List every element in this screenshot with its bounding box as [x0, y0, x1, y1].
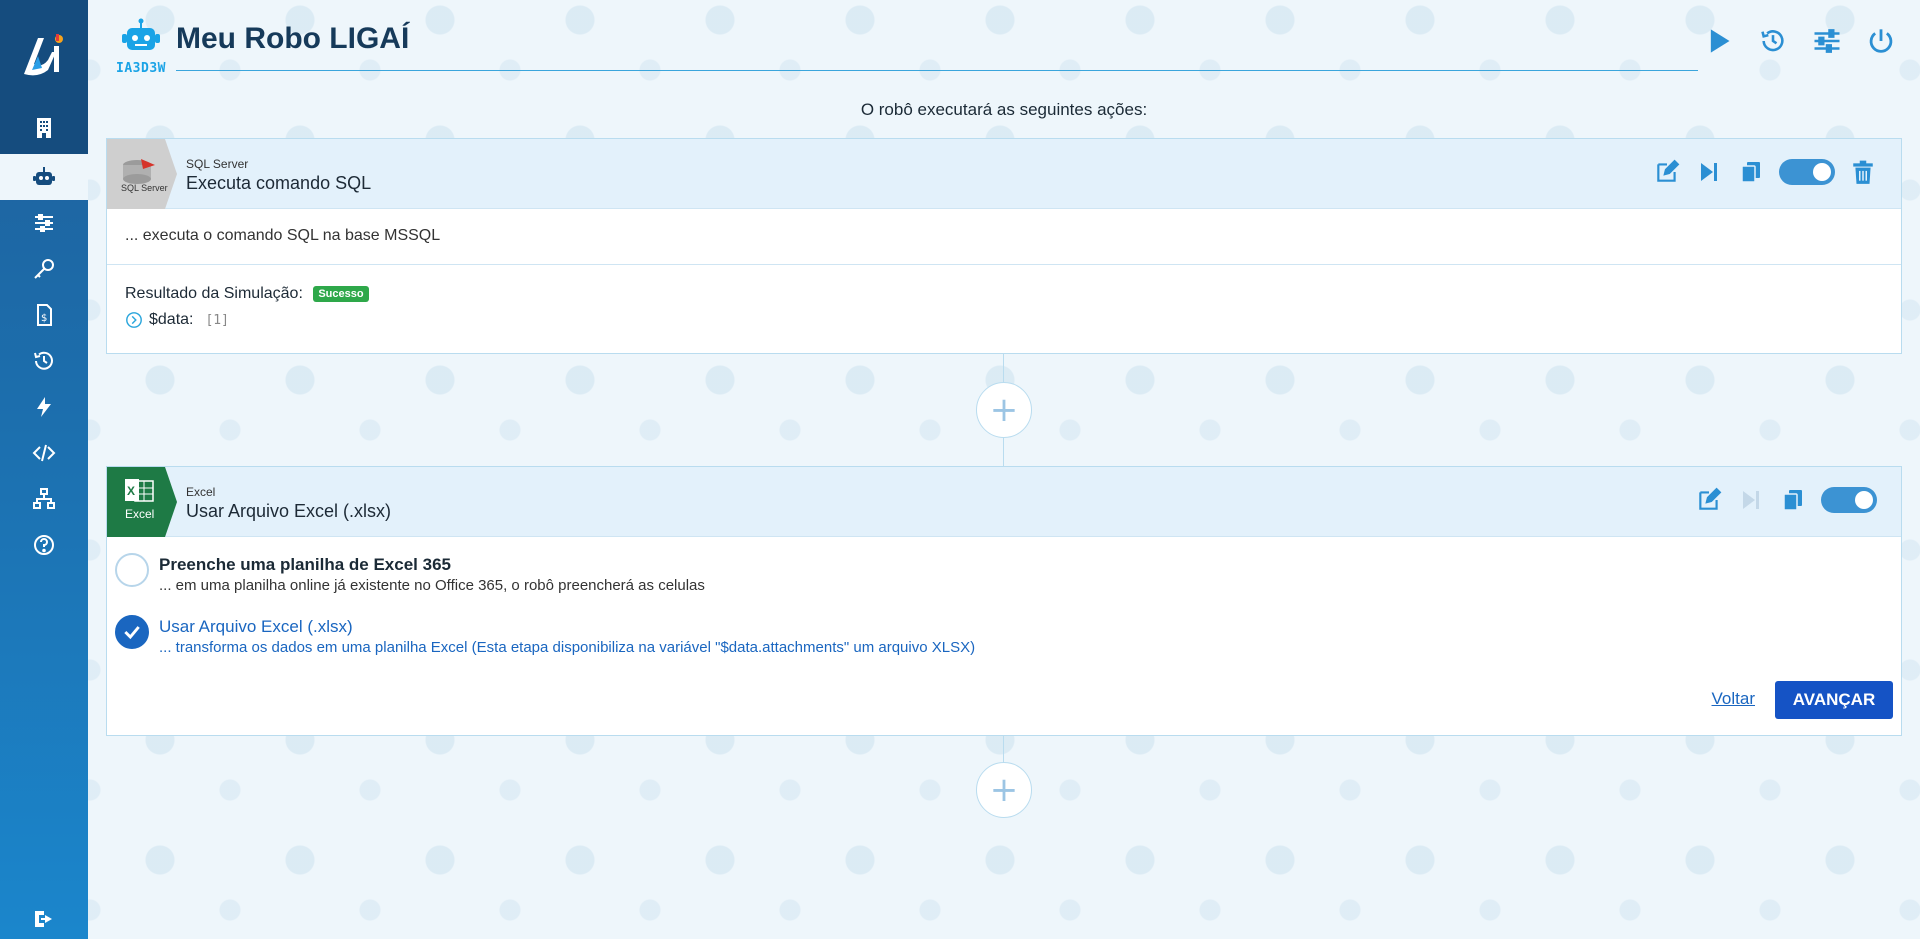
option-excel-365[interactable]: Preenche uma planilha de Excel 365 ... e… [115, 553, 705, 594]
step-title: Usar Arquivo Excel (.xlsx) [186, 501, 392, 521]
copy-button[interactable] [1779, 485, 1807, 515]
step-category: SQL Server [186, 157, 249, 171]
robot-badge: IA3D3W [106, 18, 176, 76]
check-icon [124, 626, 140, 640]
data-value: [1] [205, 312, 229, 328]
page-title: Meu Robo LIGAÍ [176, 22, 410, 55]
sidebar-item-history[interactable] [0, 338, 88, 384]
help-icon [34, 535, 54, 555]
step-forward-icon [1743, 491, 1759, 509]
logout-icon [35, 911, 52, 927]
back-link[interactable]: Voltar [1712, 689, 1755, 709]
status-badge: Sucesso [313, 285, 369, 302]
sidebar-item-network[interactable] [0, 476, 88, 522]
edit-icon [1699, 487, 1722, 510]
key-icon [34, 259, 54, 279]
add-step-button[interactable]: + [976, 762, 1032, 818]
sidebar-item-billing[interactable]: $ [0, 292, 88, 338]
sidebar: $ [0, 0, 88, 939]
play-icon [1710, 29, 1730, 53]
chevron-right-circle-icon[interactable] [125, 311, 143, 329]
page-header: IA3D3W Meu Robo LIGAÍ [88, 0, 1920, 100]
step-description: ... executa o comando SQL na base MSSQL [107, 209, 1901, 265]
sidebar-item-company[interactable] [0, 105, 88, 151]
history-icon [34, 351, 53, 370]
robot-icon [33, 167, 55, 185]
robot-code: IA3D3W [116, 61, 166, 76]
sql-server-tag: SQL Server [107, 139, 177, 209]
history-button[interactable] [1756, 24, 1790, 58]
step-card-sql: SQL Server SQL Server Executa comando SQ… [106, 138, 1902, 354]
plus-icon: + [989, 390, 1019, 430]
step-forward-icon [1701, 163, 1717, 181]
settings-button[interactable] [1810, 24, 1844, 58]
step-category: Excel [186, 485, 216, 499]
sidebar-item-settings[interactable] [0, 200, 88, 246]
building-icon [37, 118, 51, 138]
run-button[interactable] [1702, 24, 1736, 58]
invoice-icon: $ [37, 304, 52, 326]
sidebar-item-logout[interactable] [0, 896, 88, 939]
option-subtitle: ... transforma os dados em uma planilha … [159, 639, 976, 656]
edit-icon [1657, 159, 1680, 182]
step-tools [1695, 485, 1877, 515]
code-icon [32, 444, 56, 462]
power-icon [1869, 29, 1893, 53]
step-tools [1653, 157, 1877, 187]
delete-button[interactable] [1849, 157, 1877, 187]
copy-button[interactable] [1737, 157, 1765, 187]
step-card-excel: X Excel Excel Usar Arquivo Excel (.xlsx)… [106, 466, 1902, 736]
sidebar-item-keys[interactable] [0, 246, 88, 292]
sliders-icon [35, 214, 53, 232]
robot-icon [122, 18, 160, 50]
svg-text:$: $ [41, 313, 47, 324]
simulation-label: Resultado da Simulação: [125, 285, 303, 302]
sql-server-tag-label: SQL Server [121, 183, 168, 193]
sidebar-item-robots[interactable] [0, 154, 88, 200]
sidebar-item-code[interactable] [0, 430, 88, 476]
option-title: Preenche uma planilha de Excel 365 [159, 555, 451, 574]
excel-tag-label: Excel [125, 507, 154, 521]
power-button[interactable] [1864, 24, 1898, 58]
edit-button[interactable] [1695, 485, 1723, 515]
add-step-button[interactable]: + [976, 382, 1032, 438]
option-radio[interactable] [115, 615, 149, 649]
copy-icon [1741, 162, 1760, 183]
step-forward-button[interactable] [1737, 485, 1765, 515]
step-forward-button[interactable] [1695, 157, 1723, 187]
option-subtitle: ... em uma planilha online já existente … [159, 577, 705, 594]
bolt-icon [37, 397, 51, 417]
next-button[interactable]: AVANÇAR [1775, 681, 1893, 719]
sliders-icon [1814, 29, 1840, 53]
header-actions [1702, 24, 1898, 58]
history-icon [1761, 30, 1784, 52]
app-logo[interactable] [18, 30, 68, 80]
data-key: $data: [149, 311, 194, 328]
copy-icon [1783, 490, 1802, 511]
option-radio[interactable] [115, 553, 149, 587]
option-title: Usar Arquivo Excel (.xlsx) [159, 617, 353, 636]
svg-text:X: X [127, 484, 135, 498]
option-excel-xlsx[interactable]: Usar Arquivo Excel (.xlsx) ... transform… [115, 615, 975, 656]
title-underline [176, 70, 1698, 71]
step-enabled-toggle[interactable] [1779, 159, 1835, 185]
sitemap-icon [33, 488, 55, 509]
simulation-result: Resultado da Simulação: Sucesso $data: [… [107, 265, 1901, 349]
plus-icon: + [989, 770, 1019, 810]
sidebar-item-triggers[interactable] [0, 384, 88, 430]
edit-button[interactable] [1653, 157, 1681, 187]
step-title: Executa comando SQL [186, 173, 372, 193]
data-tree-row[interactable]: $data: [1] [125, 311, 1883, 329]
step-header: X Excel Excel Usar Arquivo Excel (.xlsx) [107, 467, 1901, 537]
trash-icon [1853, 160, 1873, 184]
page-subtitle: O robô executará as seguintes ações: [860, 100, 1148, 119]
step-header: SQL Server SQL Server Executa comando SQ… [107, 139, 1901, 209]
sidebar-item-help[interactable] [0, 522, 88, 568]
excel-tag: X Excel [107, 467, 177, 537]
step-enabled-toggle[interactable] [1821, 487, 1877, 513]
